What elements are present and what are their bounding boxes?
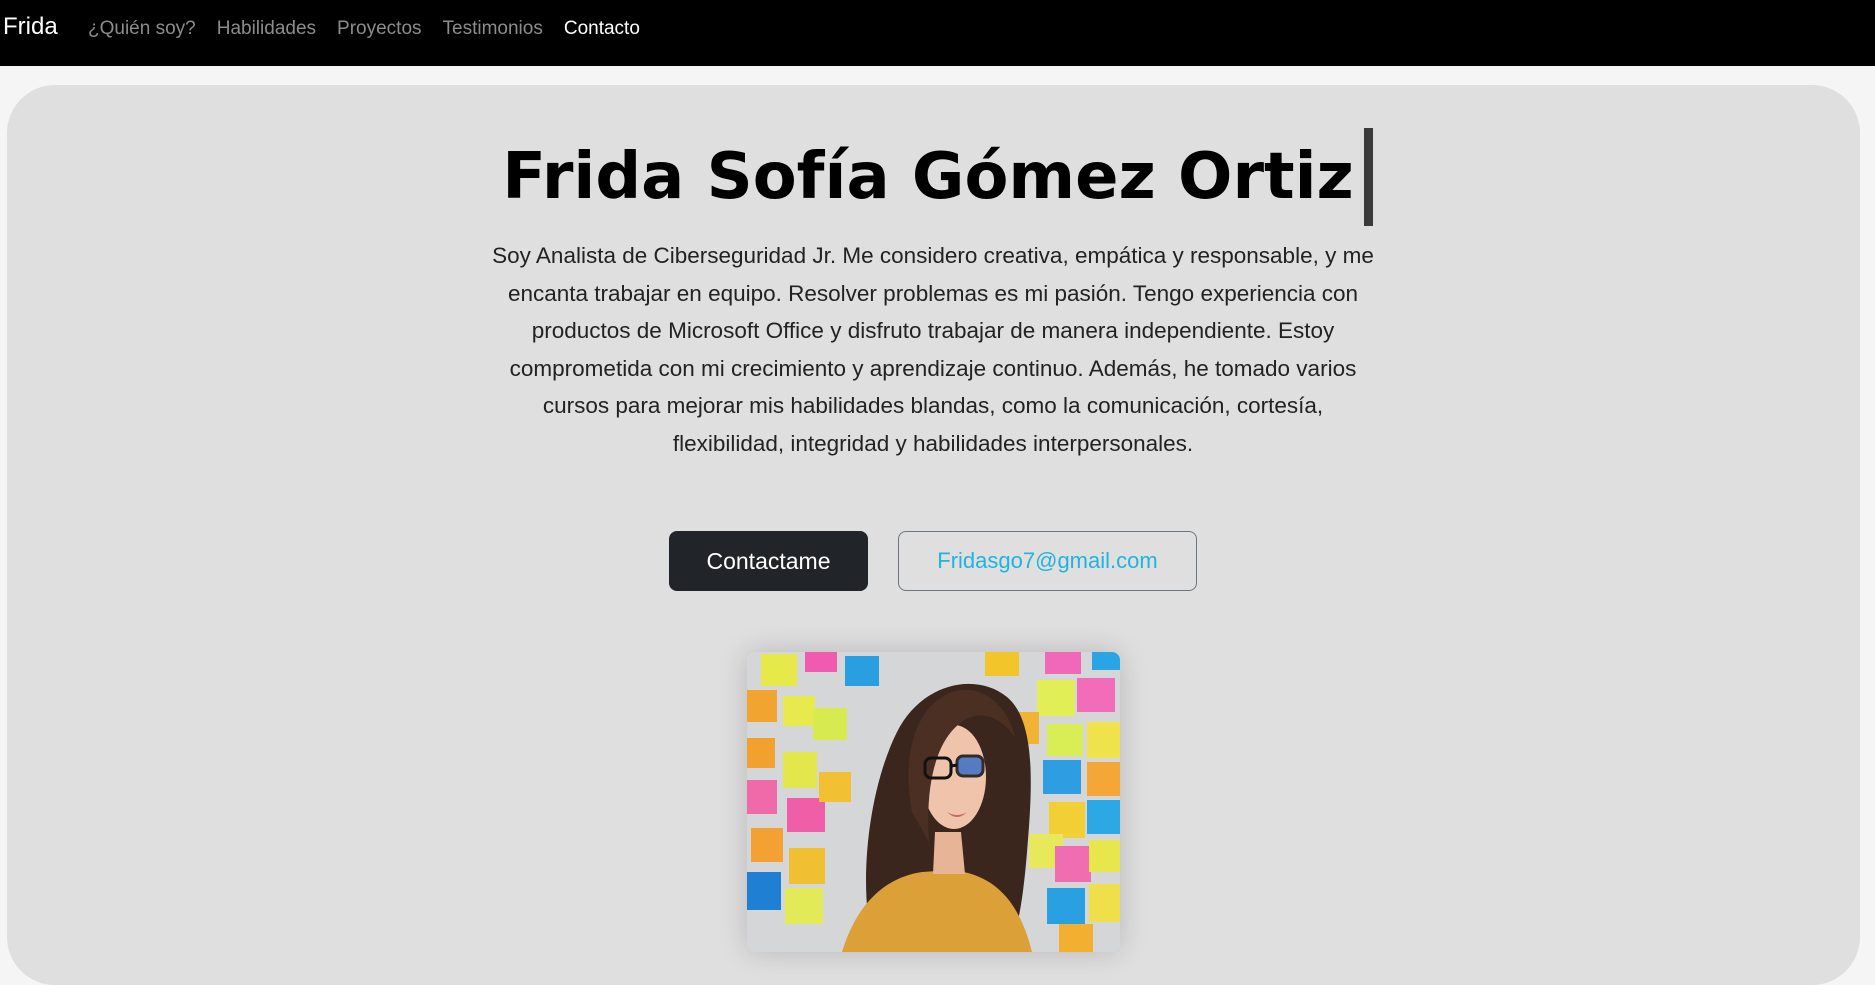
nav-link-proyectos[interactable]: Proyectos [337, 18, 421, 40]
nav-link-habilidades[interactable]: Habilidades [217, 18, 316, 40]
navbar: Frida ¿Quién soy? Habilidades Proyectos … [0, 0, 1875, 66]
page-title: Frida Sofía Gómez Ortiz [502, 140, 1354, 214]
intro-paragraph: Soy Analista de Ciberseguridad Jr. Me co… [492, 243, 1374, 456]
contact-button[interactable]: Contactame [669, 531, 868, 591]
profile-photo-illustration [747, 652, 1120, 952]
profile-photo [747, 652, 1120, 952]
email-button[interactable]: Fridasgo7@gmail.com [898, 531, 1197, 591]
nav-link-quien-soy[interactable]: ¿Quién soy? [88, 18, 196, 40]
brand-logo[interactable]: Frida [3, 13, 58, 41]
typing-cursor [1363, 128, 1373, 226]
title-row: Frida Sofía Gómez Ortiz [0, 128, 1875, 226]
nav-links: ¿Quién soy? Habilidades Proyectos Testim… [88, 18, 661, 40]
nav-link-contacto[interactable]: Contacto [564, 18, 640, 40]
nav-link-testimonios[interactable]: Testimonios [443, 18, 543, 40]
